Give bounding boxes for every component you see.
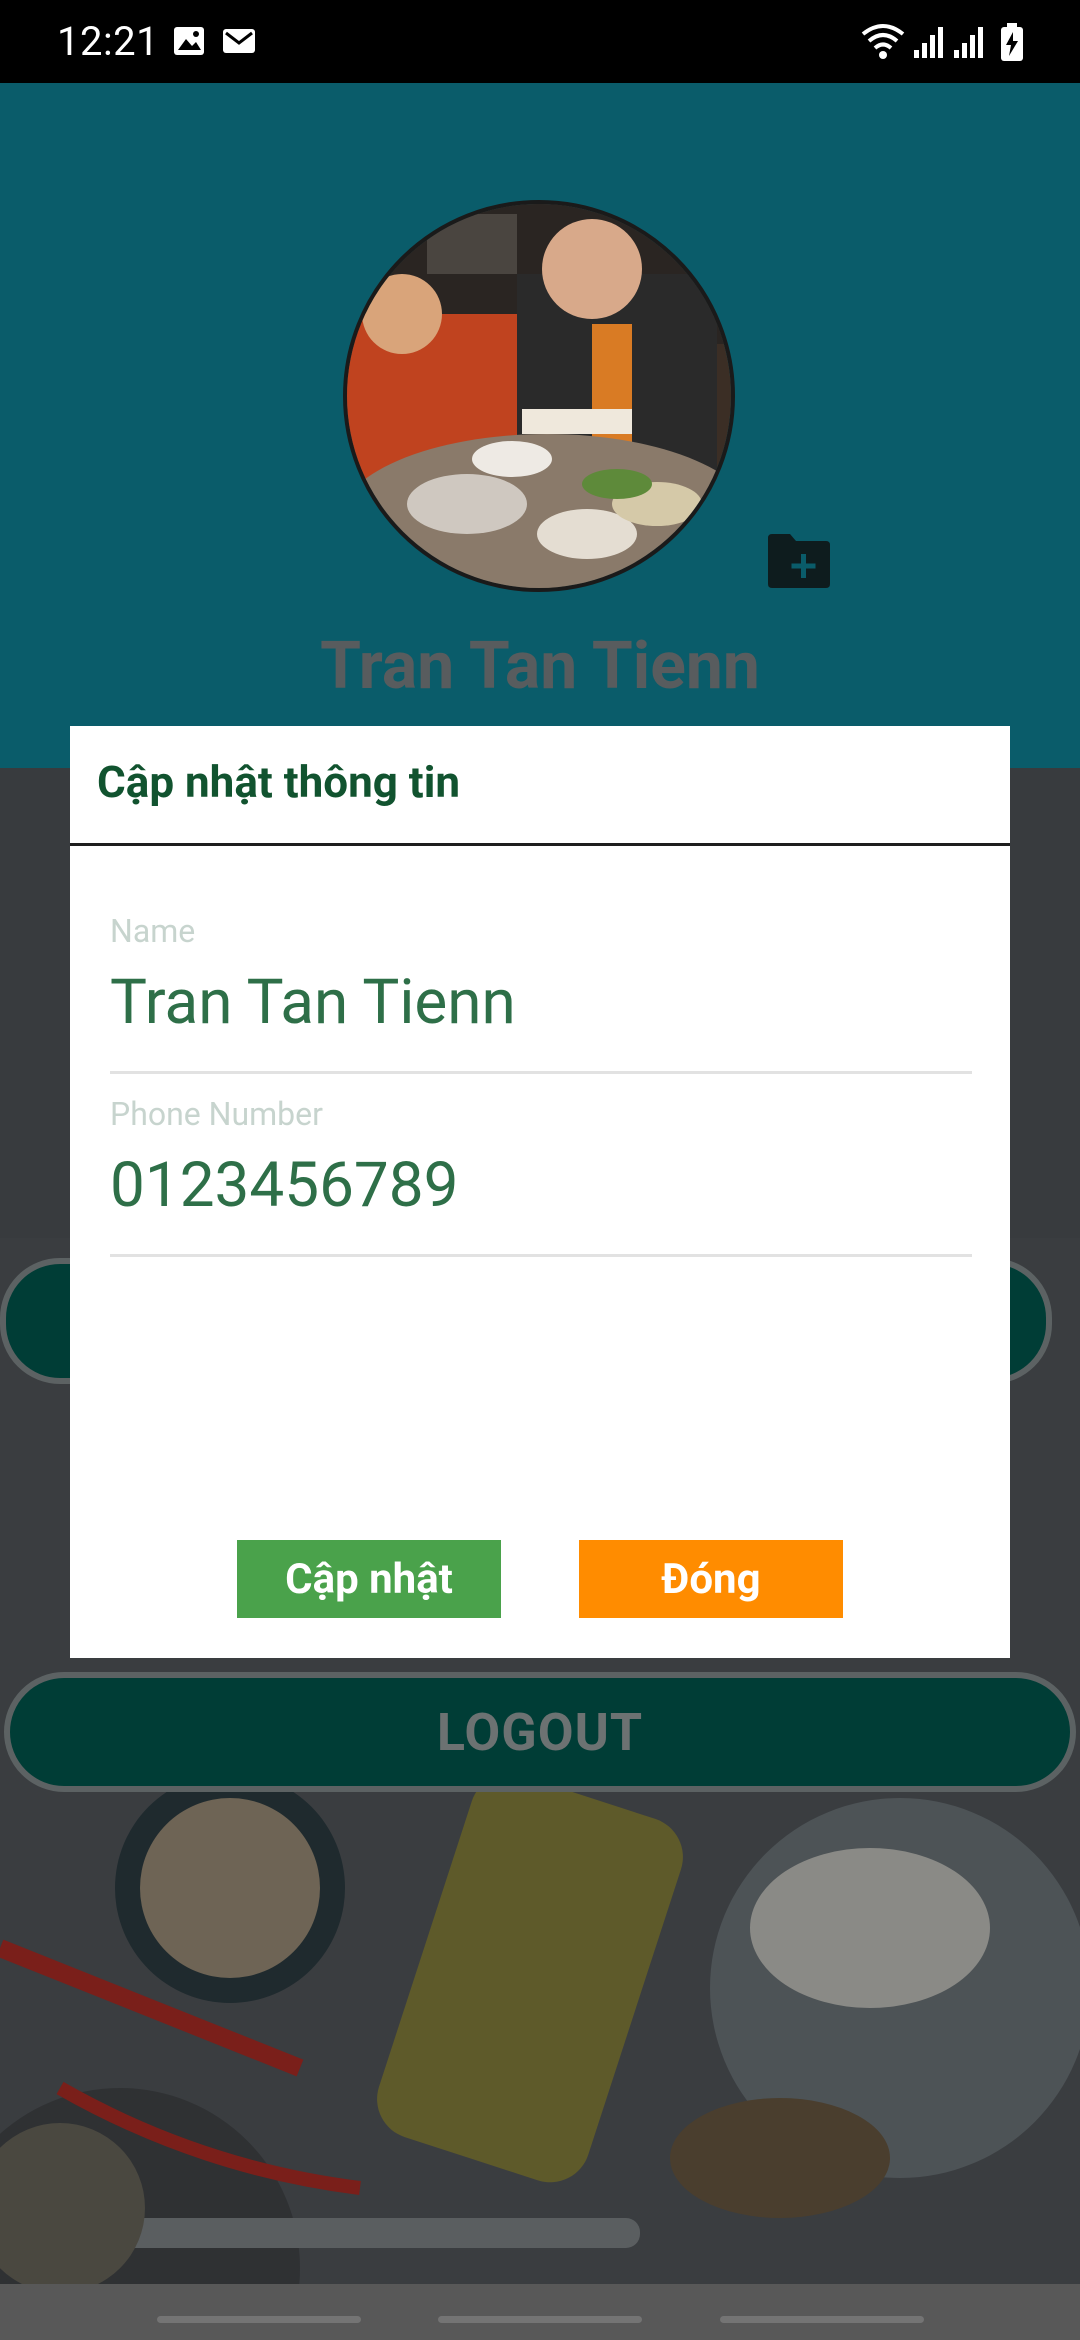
profile-name: Tran Tan Tienn [320,628,760,705]
nav-recents-icon[interactable] [157,2316,361,2323]
nav-home-icon[interactable] [438,2316,642,2323]
status-time: 12:21 [57,18,160,65]
logout-button[interactable]: LOGOUT [4,1672,1076,1792]
logout-label: LOGOUT [436,1701,644,1763]
avatar[interactable] [343,200,735,592]
name-label: Name [110,912,196,950]
dialog-title: Cập nhật thông tin [97,756,460,808]
signal-icon [914,27,943,58]
phone-label: Phone Number [110,1095,323,1133]
update-info-dialog: Cập nhật thông tin Name Phone Number Cập… [70,726,1010,1658]
dialog-divider [70,843,1010,846]
add-folder-icon[interactable] [766,532,832,590]
name-underline [110,1071,972,1074]
name-input[interactable] [110,966,970,1039]
gmail-icon [223,29,255,53]
status-bar: 12:21 [0,0,1080,83]
phone-underline [110,1254,972,1257]
battery-charging-icon [1001,23,1023,61]
update-button[interactable]: Cập nhật [237,1540,501,1618]
phone-input[interactable] [110,1149,970,1222]
close-button[interactable]: Đóng [579,1540,843,1618]
image-icon [174,27,204,55]
avatar-photo [347,204,731,588]
wifi-icon [861,24,905,59]
nav-back-icon[interactable] [720,2316,924,2323]
signal-icon [954,27,983,58]
profile-header: Tran Tan Tienn [0,83,1080,768]
navigation-bar [0,2284,1080,2340]
